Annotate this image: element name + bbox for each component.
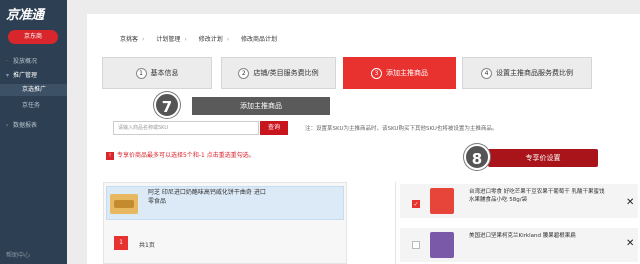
annotation-label-7: 添加主推商品 xyxy=(192,97,330,115)
breadcrumb-item[interactable]: 修改计划 xyxy=(199,34,223,43)
exclusive-price-button[interactable]: 专享价设置 xyxy=(488,149,598,167)
step-add-main-product[interactable]: 3 添加主推商品 xyxy=(343,57,456,89)
step-number: 4 xyxy=(481,67,492,79)
remove-icon[interactable]: ✕ xyxy=(626,197,634,208)
limit-warning: ! 专享价商品最多可以选择5个和-1 点击重选重勾选。 xyxy=(106,150,255,160)
product-name: 台湾进口零食 好吃芒果干豆农果干葡萄干 乳酸干果蜜饯水果脯食品小吃 58g/袋 xyxy=(469,189,605,203)
breadcrumb-current: 修改商品计划 xyxy=(241,36,278,43)
chevron-right-icon: › xyxy=(184,36,187,43)
product-thumbnail xyxy=(110,194,138,214)
sidebar-item-jingxuan[interactable]: 京选推广 xyxy=(0,84,67,96)
search-input[interactable]: 请输入商品名称或SKU xyxy=(113,121,259,135)
chevron-right-icon: › xyxy=(226,36,230,43)
brand-logo: 京准通 xyxy=(6,8,44,23)
step-number: 1 xyxy=(135,67,147,79)
account-badge[interactable]: 京东商 xyxy=(8,30,58,44)
sidebar: 京准通 京东商 · 投放概况 ▾ 推广管理 京选推广 京任务 › 数据报表 帮助中心 xyxy=(0,0,67,264)
search-button[interactable]: 查询 xyxy=(260,121,288,135)
breadcrumb-item[interactable]: 计划管理 xyxy=(156,34,180,43)
bullet-icon: · xyxy=(6,58,8,65)
annotation-marker-7: 7 xyxy=(154,92,180,118)
sidebar-item-overview[interactable]: · 投放概况 xyxy=(0,56,67,68)
sidebar-item-task[interactable]: 京任务 xyxy=(0,100,67,112)
chevron-right-icon: › xyxy=(142,36,145,43)
step-category-ratio[interactable]: 2 店铺/类目服务费比例 xyxy=(221,57,336,89)
step-label: 店铺/类目服务费比例 xyxy=(253,69,319,77)
pagination-page[interactable]: 1 xyxy=(114,236,128,250)
annotation-marker-8: 8 xyxy=(464,144,490,170)
chevron-down-icon: ▾ xyxy=(6,72,10,79)
chevron-right-icon: › xyxy=(6,122,9,129)
pagination-total: 共1页 xyxy=(139,242,155,249)
step-product-ratio[interactable]: 4 设置主推商品服务费比例 xyxy=(462,57,592,89)
step-basic-info[interactable]: 1 基本信息 xyxy=(102,57,212,89)
product-checkbox[interactable]: ✓ xyxy=(412,200,420,208)
product-thumbnail xyxy=(430,188,454,214)
sidebar-item-reports[interactable]: › 数据报表 xyxy=(0,120,67,132)
product-name: 阿芝 印尼进口奶酪味高钙威化饼干曲奇 进口零食品 xyxy=(148,189,266,205)
product-thumbnail xyxy=(430,232,454,258)
step-label: 基本信息 xyxy=(150,69,179,77)
breadcrumb: 京挑客 › 计划管理 › 修改计划 › 修改商品计划 xyxy=(120,34,277,43)
sidebar-item-promotion[interactable]: ▾ 推广管理 xyxy=(0,70,67,82)
search-note: 注：设置某SKU为主推商品时，该SKU购买下其他SKU也将被设置为主推商品。 xyxy=(305,126,498,132)
step-number: 2 xyxy=(238,67,250,79)
help-center-link[interactable]: 帮助中心 xyxy=(6,250,30,259)
app-root: 京准通 京东商 · 投放概况 ▾ 推广管理 京选推广 京任务 › 数据报表 帮助中心 … xyxy=(0,0,640,264)
step-label: 设置主推商品服务费比例 xyxy=(496,69,573,77)
breadcrumb-item[interactable]: 京挑客 xyxy=(120,34,138,43)
step-number: 3 xyxy=(371,67,382,79)
remove-icon[interactable]: ✕ xyxy=(626,238,634,249)
product-checkbox[interactable] xyxy=(412,241,420,249)
step-label: 添加主推商品 xyxy=(386,69,428,77)
product-name: 美国进口坚果柯克兰Kirkland 腰果碧根果扁 xyxy=(469,233,576,239)
warning-icon: ! xyxy=(106,151,114,160)
